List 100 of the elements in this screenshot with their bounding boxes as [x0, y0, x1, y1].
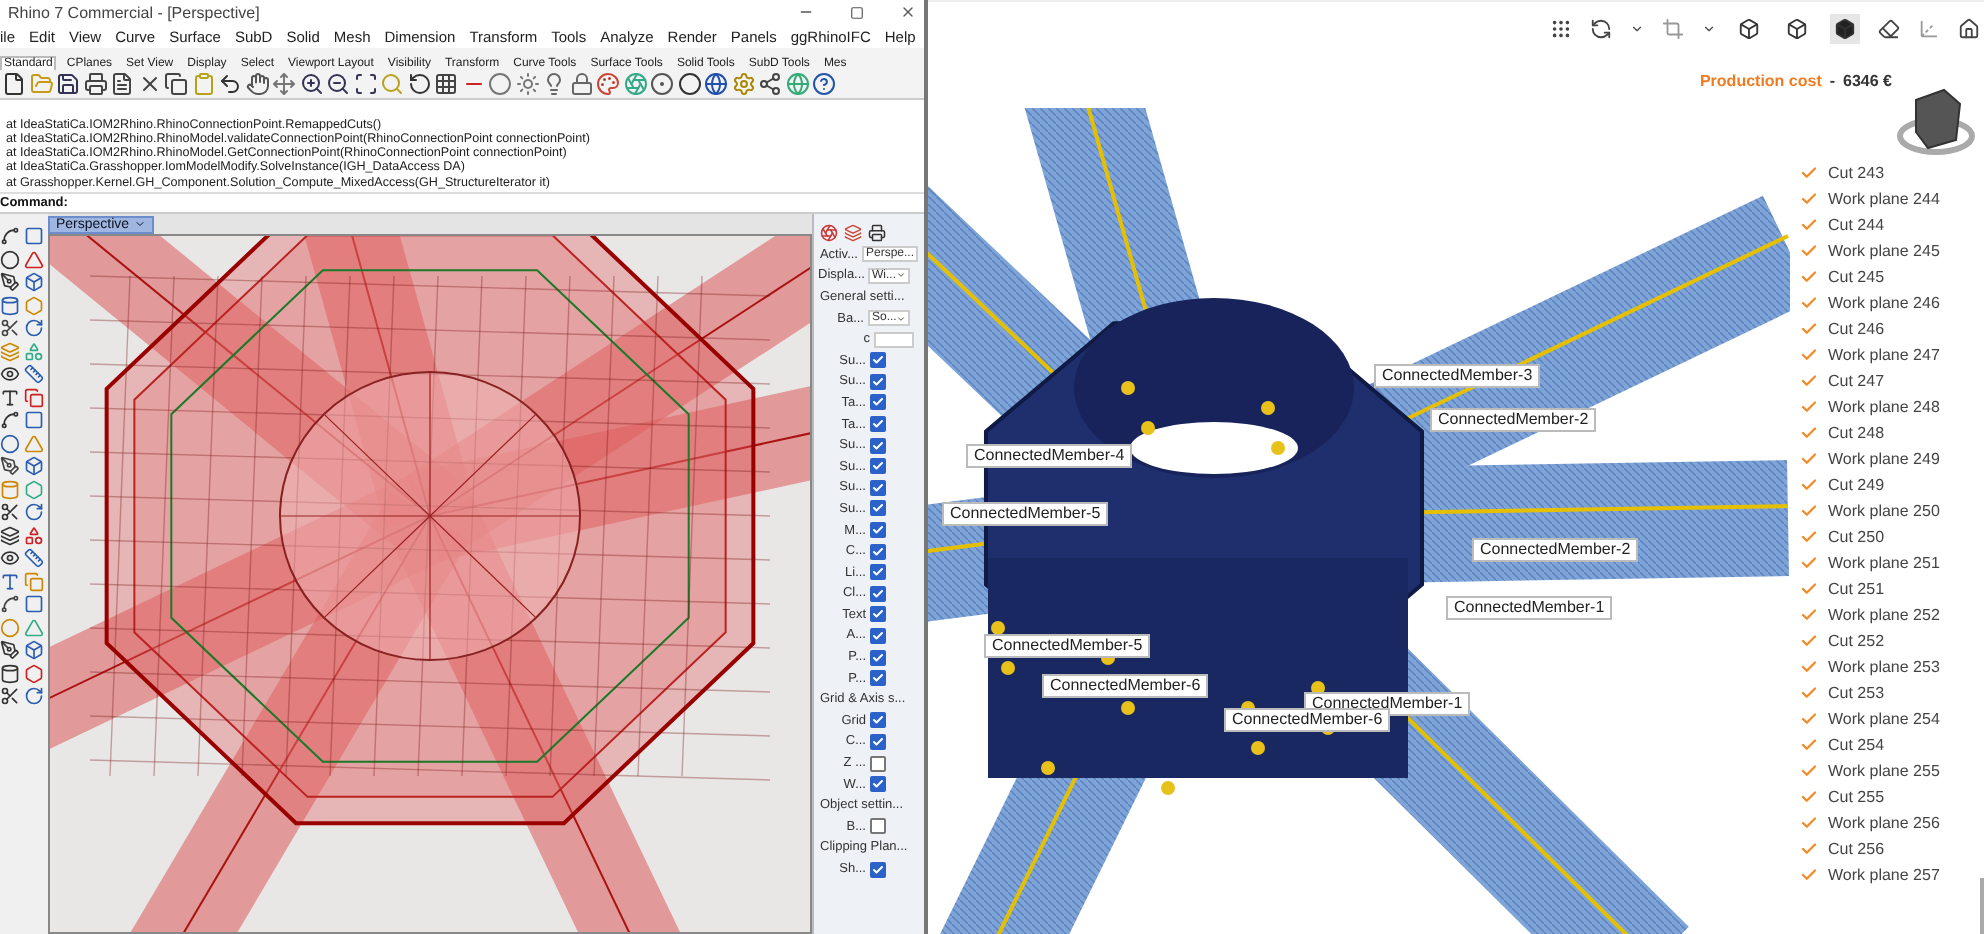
check-icon[interactable]	[1800, 372, 1818, 390]
list-item[interactable]: Cut 254	[1828, 736, 1885, 754]
check-icon[interactable]	[1800, 684, 1818, 702]
list-item[interactable]: Cut 246	[1828, 320, 1885, 338]
printer-icon[interactable]	[83, 72, 107, 96]
check-icon[interactable]	[1800, 632, 1818, 650]
list-item[interactable]: Cut 256	[1828, 840, 1885, 858]
refresh-icon[interactable]	[1590, 17, 1612, 39]
check-icon[interactable]	[1800, 658, 1818, 676]
cross-icon[interactable]	[137, 72, 161, 96]
checkbox[interactable]	[870, 649, 886, 666]
new-file-icon[interactable]	[2, 72, 26, 96]
check-icon[interactable]	[1800, 190, 1818, 208]
list-item[interactable]: Cut 252	[1828, 632, 1885, 650]
rectangle-icon[interactable]	[24, 594, 44, 614]
check-icon[interactable]	[1800, 476, 1818, 494]
cylinder-icon[interactable]	[0, 663, 20, 683]
check-icon[interactable]	[1800, 736, 1818, 754]
pen-icon[interactable]	[0, 456, 20, 476]
pen-icon[interactable]	[0, 272, 20, 292]
list-item[interactable]: Work plane 255	[1828, 762, 1940, 780]
list-item[interactable]: Work plane 244	[1828, 190, 1940, 208]
checkbox[interactable]	[870, 352, 886, 369]
text-icon[interactable]	[0, 571, 20, 591]
clipboard-icon[interactable]	[191, 72, 215, 96]
rotate-icon[interactable]	[407, 72, 431, 96]
list-item[interactable]: Work plane 250	[1828, 502, 1940, 520]
check-icon[interactable]	[1800, 814, 1818, 832]
scissors-icon[interactable]	[0, 686, 20, 706]
check-icon[interactable]	[1800, 788, 1818, 806]
list-item[interactable]: Work plane 247	[1828, 346, 1940, 364]
caret-icon[interactable]	[1630, 21, 1644, 35]
list-item[interactable]: Cut 253	[1828, 684, 1885, 702]
caret-icon[interactable]	[1702, 21, 1716, 35]
checkbox[interactable]	[870, 627, 886, 644]
property-input[interactable]	[874, 331, 914, 348]
checkbox[interactable]	[870, 543, 886, 560]
check-icon[interactable]	[1800, 216, 1818, 234]
checkbox[interactable]	[870, 670, 886, 687]
curve-icon[interactable]	[0, 226, 20, 246]
check-icon[interactable]	[1800, 866, 1818, 884]
list-item[interactable]: Work plane 248	[1828, 398, 1940, 416]
circle-icon[interactable]	[677, 72, 701, 96]
curve-icon[interactable]	[0, 410, 20, 430]
list-item[interactable]: Work plane 256	[1828, 814, 1940, 832]
check-icon[interactable]	[1800, 502, 1818, 520]
save-icon[interactable]	[56, 72, 80, 96]
check-icon[interactable]	[1800, 710, 1818, 728]
check-icon[interactable]	[1800, 840, 1818, 858]
list-item[interactable]: Work plane 257	[1828, 866, 1940, 884]
list-item[interactable]: Cut 248	[1828, 424, 1885, 442]
nodes-icon[interactable]	[758, 72, 782, 96]
eraser-icon[interactable]	[1878, 17, 1900, 39]
checkbox[interactable]	[870, 585, 886, 602]
checkbox[interactable]	[870, 437, 886, 454]
checkbox[interactable]	[870, 500, 886, 517]
check-icon[interactable]	[1800, 294, 1818, 312]
check-icon[interactable]	[1800, 398, 1818, 416]
list-item[interactable]: Cut 244	[1828, 216, 1885, 234]
circle-icon[interactable]	[0, 433, 20, 453]
checkbox[interactable]	[870, 606, 886, 623]
color-wheel-icon[interactable]	[820, 223, 838, 241]
crop-icon[interactable]	[1662, 17, 1684, 39]
list-item[interactable]: Cut 251	[1828, 580, 1885, 598]
frame-icon[interactable]	[353, 72, 377, 96]
list-item[interactable]: Cut 255	[1828, 788, 1885, 806]
triangle-icon[interactable]	[24, 249, 44, 269]
check-icon[interactable]	[1800, 268, 1818, 286]
copy-icon[interactable]	[24, 387, 44, 407]
cube-view-button[interactable]	[1782, 13, 1812, 43]
check-icon[interactable]	[1800, 242, 1818, 260]
check-icon[interactable]	[1800, 164, 1818, 182]
list-item[interactable]: Work plane 251	[1828, 554, 1940, 572]
zoom-out-icon[interactable]	[326, 72, 350, 96]
axis-icon[interactable]	[1918, 17, 1940, 39]
checkbox[interactable]	[870, 458, 886, 475]
box-icon[interactable]	[24, 272, 44, 292]
sphere-icon[interactable]	[650, 72, 674, 96]
check-icon[interactable]	[1800, 424, 1818, 442]
help-icon[interactable]	[812, 72, 836, 96]
move-icon[interactable]	[272, 72, 296, 96]
hand-icon[interactable]	[245, 72, 269, 96]
cylinder-icon[interactable]	[0, 295, 20, 315]
box-icon[interactable]	[24, 456, 44, 476]
list-item[interactable]: Work plane 253	[1828, 658, 1940, 676]
lightbulb-icon[interactable]	[542, 72, 566, 96]
eye-icon[interactable]	[0, 548, 20, 568]
check-icon[interactable]	[1800, 450, 1818, 468]
layers-icon[interactable]	[0, 525, 20, 545]
list-item[interactable]: Work plane 249	[1828, 450, 1940, 468]
sun-icon[interactable]	[515, 72, 539, 96]
circle-icon[interactable]	[0, 249, 20, 269]
scissors-icon[interactable]	[0, 502, 20, 522]
list-item[interactable]: Cut 250	[1828, 528, 1885, 546]
palette-icon[interactable]	[596, 72, 620, 96]
curve-icon[interactable]	[0, 594, 20, 614]
list-item[interactable]: Work plane 252	[1828, 606, 1940, 624]
ruler-icon[interactable]	[24, 548, 44, 568]
pen-icon[interactable]	[0, 640, 20, 660]
lock-icon[interactable]	[569, 72, 593, 96]
